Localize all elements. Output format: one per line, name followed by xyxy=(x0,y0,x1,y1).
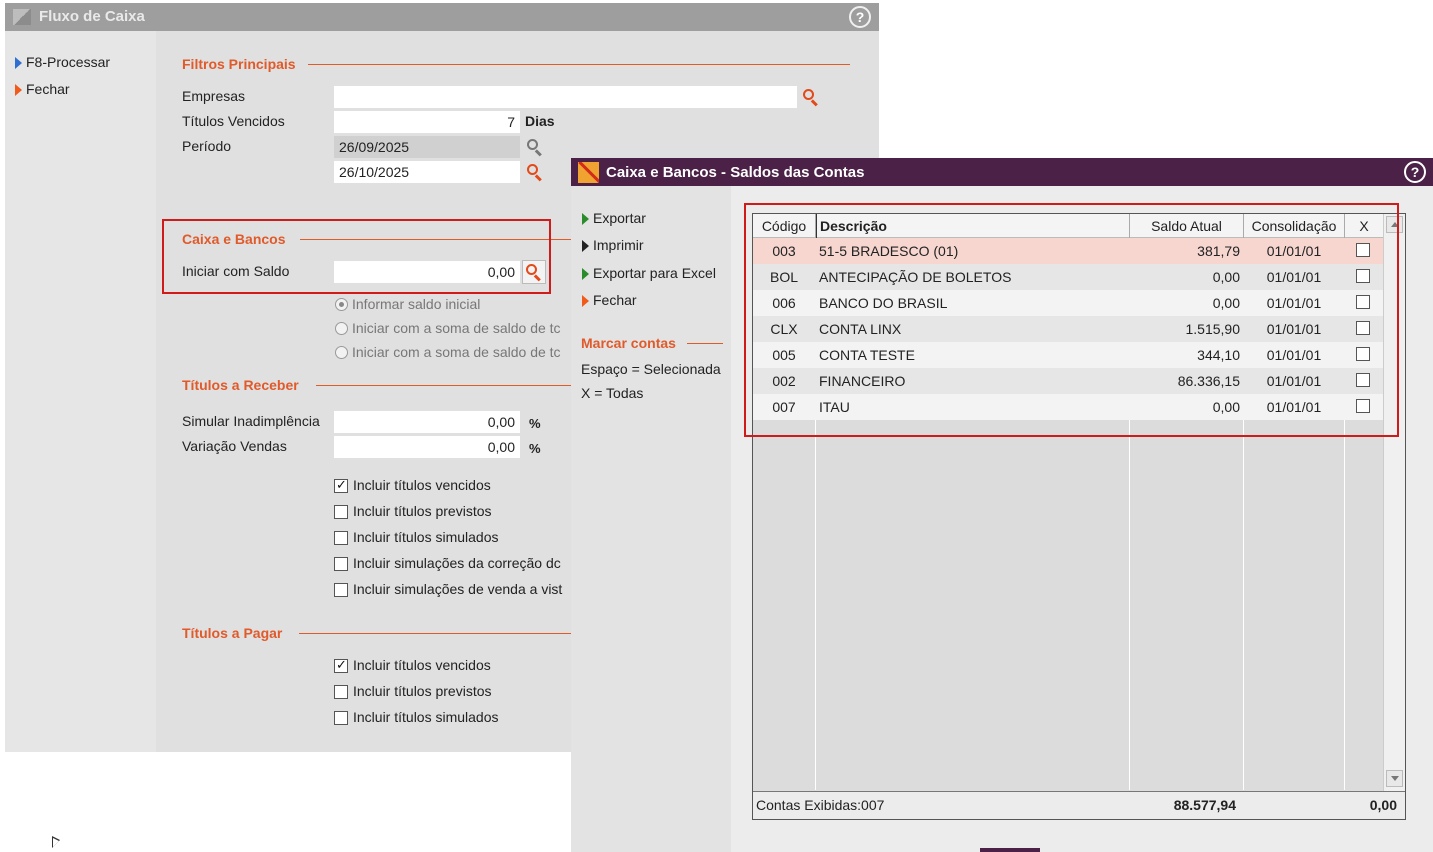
receber-section-title: Títulos a Receber xyxy=(182,377,299,393)
saldos-sidebar: Exportar Imprimir Exportar para Excel Fe… xyxy=(571,186,731,852)
search-icon[interactable] xyxy=(526,163,544,182)
periodo-label: Período xyxy=(182,138,232,154)
background-fragment xyxy=(980,848,1040,852)
checkbox-label: Incluir títulos simulados xyxy=(353,709,499,725)
window-title: Fluxo de Caixa xyxy=(39,8,145,25)
dias-label: Dias xyxy=(525,113,555,129)
app-icon xyxy=(578,162,599,183)
periodo-fim-input[interactable] xyxy=(334,161,520,183)
exportar-excel-button[interactable]: Exportar para Excel xyxy=(582,265,716,281)
play-icon xyxy=(15,84,22,97)
help-icon[interactable]: ? xyxy=(849,6,871,28)
checkbox-label: Incluir simulações da correção dc xyxy=(353,555,561,571)
play-icon xyxy=(582,240,589,253)
radio-soma-saldo-2[interactable] xyxy=(335,346,348,359)
exportar-button[interactable]: Exportar xyxy=(582,210,646,226)
checkbox-label: Incluir títulos vencidos xyxy=(353,657,491,673)
checkbox-pagar-vencidos[interactable] xyxy=(334,657,348,673)
help-icon[interactable]: ? xyxy=(1404,161,1426,183)
annotation-highlight xyxy=(744,203,1399,437)
radio-label: Iniciar com a soma de saldo de tc xyxy=(352,344,561,360)
play-icon xyxy=(582,213,589,226)
fluxo-titlebar[interactable]: Fluxo de Caixa ? xyxy=(5,3,879,31)
percent-label: % xyxy=(529,441,541,456)
grid-footer: Contas Exibidas:007 88.577,94 0,00 xyxy=(753,791,1405,819)
search-icon[interactable] xyxy=(526,138,544,157)
window-title: Caixa e Bancos - Saldos das Contas xyxy=(606,164,865,181)
fluxo-sidebar: F8-Processar Fechar xyxy=(5,31,156,752)
variacao-input[interactable] xyxy=(334,436,520,458)
radio-label: Informar saldo inicial xyxy=(352,296,481,312)
divider xyxy=(687,343,723,344)
checkbox-label: Incluir títulos simulados xyxy=(353,529,499,545)
radio-informar-saldo[interactable] xyxy=(335,298,348,311)
simular-input[interactable] xyxy=(334,411,520,433)
play-icon xyxy=(15,57,22,70)
play-icon xyxy=(582,295,589,308)
radio-soma-saldo-1[interactable] xyxy=(335,322,348,335)
fechar-button[interactable]: Fechar xyxy=(582,292,637,308)
saldo-total: 88.577,94 xyxy=(1173,797,1236,813)
checkbox-label: Incluir títulos previstos xyxy=(353,683,492,699)
contas-exibidas-count: Contas Exibidas:007 xyxy=(756,797,885,813)
saldos-titlebar[interactable]: Caixa e Bancos - Saldos das Contas ? xyxy=(571,158,1433,186)
percent-label: % xyxy=(529,416,541,431)
app-icon xyxy=(13,9,31,25)
hint-todas: X = Todas xyxy=(581,385,644,401)
checkbox-receber-previstos[interactable] xyxy=(334,505,348,519)
variacao-label: Variação Vendas xyxy=(182,438,287,454)
processar-button[interactable]: F8-Processar xyxy=(15,54,110,70)
x-total: 0,00 xyxy=(1369,797,1397,813)
checkbox-pagar-previstos[interactable] xyxy=(334,685,348,699)
radio-label: Iniciar com a soma de saldo de tc xyxy=(352,320,561,336)
pagar-section-title: Títulos a Pagar xyxy=(182,625,283,641)
annotation-highlight xyxy=(162,219,551,294)
checkbox-label: Incluir títulos previstos xyxy=(353,503,492,519)
checkbox-pagar-simulados[interactable] xyxy=(334,711,348,725)
checkbox-receber-vencidos[interactable] xyxy=(334,477,348,493)
empresas-input[interactable] xyxy=(334,86,797,108)
search-icon[interactable] xyxy=(802,88,820,107)
fechar-button[interactable]: Fechar xyxy=(15,81,70,97)
hint-espaco: Espaço = Selecionada xyxy=(581,361,721,377)
checkbox-label: Incluir simulações de venda a vist xyxy=(353,581,563,597)
empresas-label: Empresas xyxy=(182,88,246,104)
scroll-down-icon[interactable] xyxy=(1386,770,1403,787)
checkbox-receber-simulados[interactable] xyxy=(334,531,348,545)
marcar-contas-title: Marcar contas xyxy=(581,335,676,351)
divider xyxy=(308,64,850,65)
divider xyxy=(316,385,571,386)
divider xyxy=(299,633,571,634)
simular-label: Simular Inadimplência xyxy=(182,413,320,429)
checkbox-receber-venda[interactable] xyxy=(334,583,348,597)
checkbox-receber-correcao[interactable] xyxy=(334,557,348,571)
play-icon xyxy=(582,268,589,281)
checkbox-label: Incluir títulos vencidos xyxy=(353,477,491,493)
imprimir-button[interactable]: Imprimir xyxy=(582,237,644,253)
titulos-vencidos-label: Títulos Vencidos xyxy=(182,113,285,129)
titulos-vencidos-input[interactable] xyxy=(334,111,520,133)
periodo-inicio-input[interactable] xyxy=(334,136,520,158)
filtros-section-title: Filtros Principais xyxy=(182,56,296,72)
